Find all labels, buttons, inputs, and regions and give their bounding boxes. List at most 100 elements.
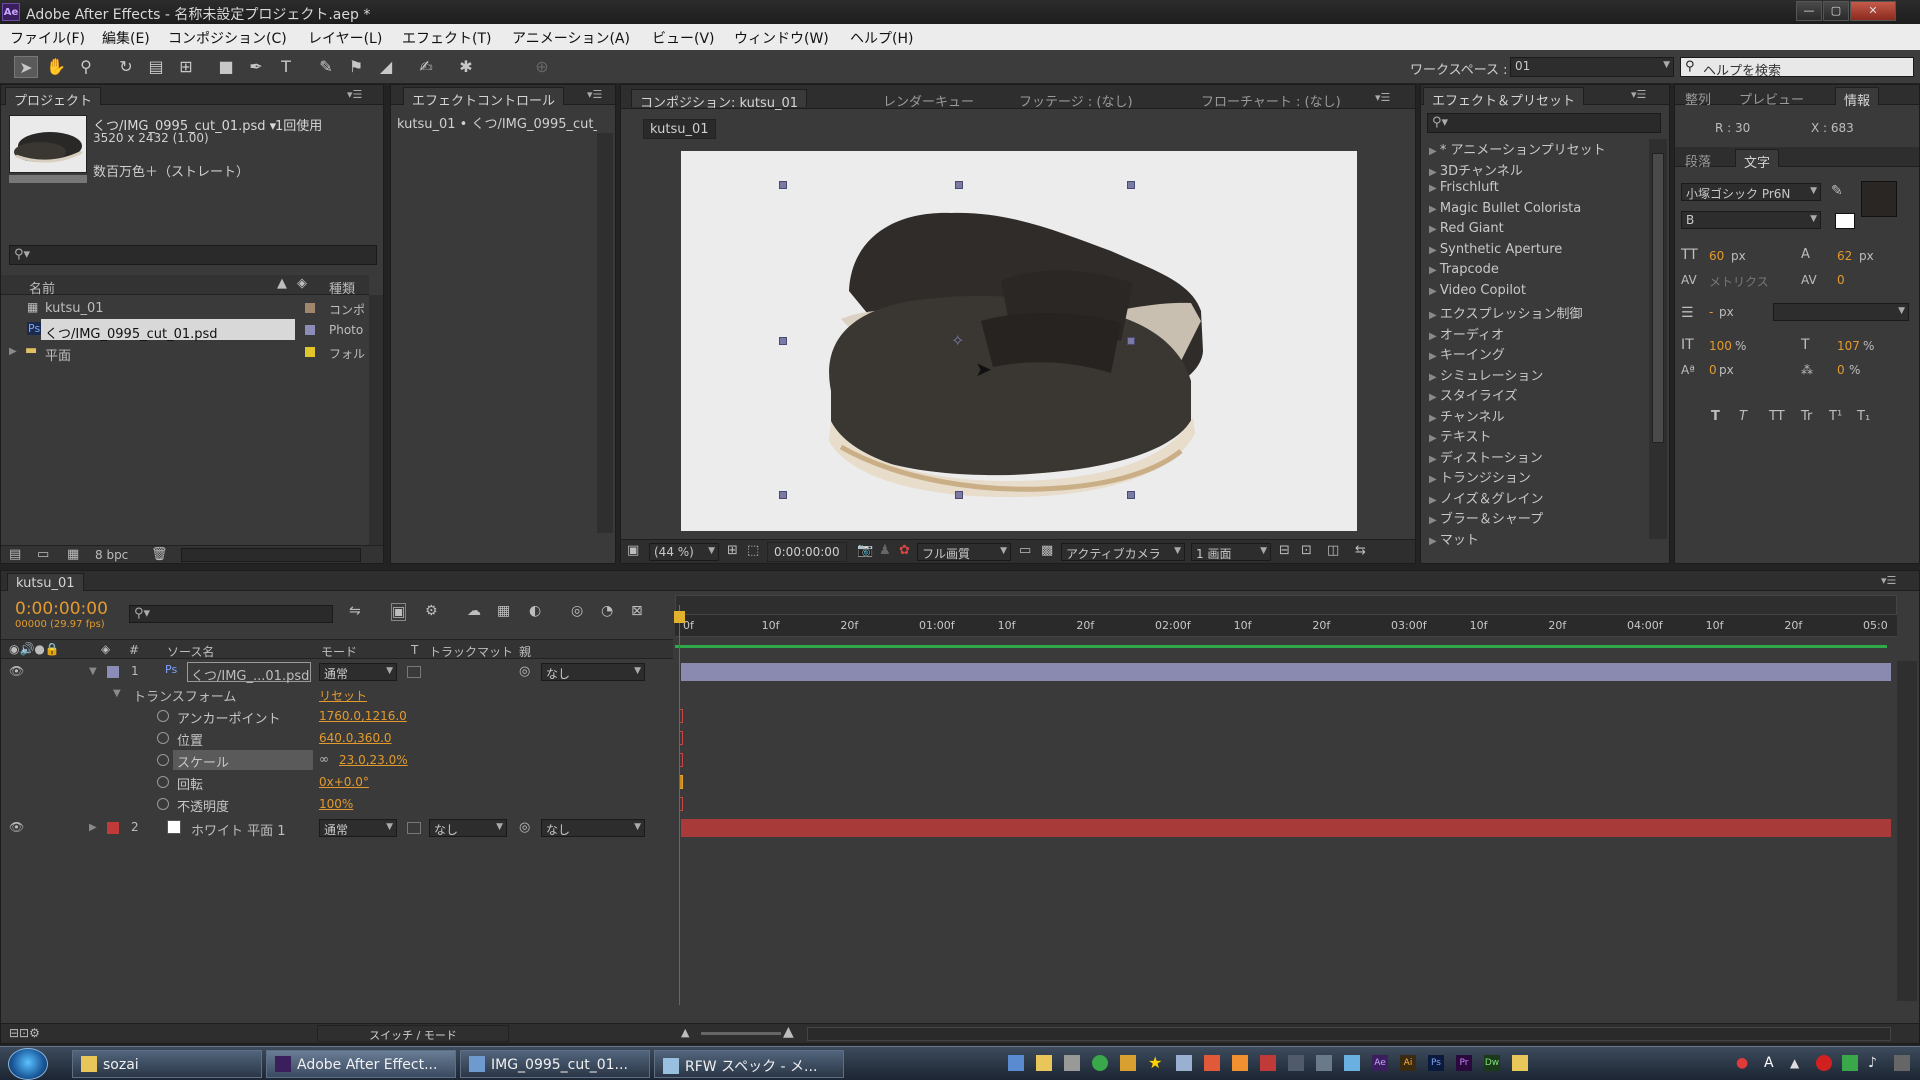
property-value[interactable]: 0x+0.0° [319, 775, 369, 789]
dreamweaver-icon[interactable]: Dw [1484, 1055, 1500, 1071]
tab-composition[interactable]: コンポジション: kutsu_01 [631, 89, 808, 111]
layer-handle[interactable] [955, 491, 963, 499]
magnification-dropdown[interactable]: (44 %) [649, 543, 719, 561]
flowchart-icon[interactable]: ⇆ [1355, 543, 1366, 558]
timeline-timecode[interactable]: 0:00:00:00 [15, 599, 108, 619]
comp-mini-flowchart-icon[interactable]: ⇋ [349, 603, 361, 619]
transform-property-row[interactable]: スケール 23.0,23.0% ∞ [1, 749, 673, 771]
volume-icon[interactable]: ♪ [1868, 1055, 1884, 1071]
effect-category-item[interactable]: ▶ 3Dチャンネル [1429, 160, 1523, 179]
camera-tool-icon[interactable]: ▤ [144, 56, 168, 78]
expand-triangle-icon[interactable]: ▶ [1429, 310, 1440, 321]
app-icon[interactable] [1344, 1055, 1360, 1071]
timeline-icon[interactable]: ◫ [1327, 543, 1339, 558]
col-source-header[interactable]: ソース名 [167, 643, 214, 660]
layer-1-duration-bar[interactable] [681, 663, 1891, 681]
fast-previews-icon[interactable]: ⊡ [1301, 543, 1312, 558]
current-time-display[interactable]: 0:00:00:00 [767, 542, 847, 562]
safe-zones-icon[interactable]: ⊞ [727, 543, 738, 558]
expand-triangle-icon[interactable]: ▶ [1429, 245, 1440, 256]
layer-handle[interactable] [779, 181, 787, 189]
project-hscrollbar[interactable] [181, 548, 361, 562]
superscript-button[interactable]: T¹ [1829, 409, 1842, 424]
effect-category-item[interactable]: ▶ エクスプレッション制御 [1429, 303, 1583, 322]
playhead-handle[interactable] [674, 611, 685, 623]
clone-stamp-tool-icon[interactable]: ⚑ [344, 56, 368, 78]
col-trkmat-header[interactable]: トラックマット [429, 643, 513, 660]
start-button[interactable] [8, 1048, 48, 1080]
app-icon[interactable] [1176, 1055, 1192, 1071]
axis-mode-icon[interactable]: ⊕ [530, 56, 554, 78]
time-ruler[interactable]: 0f 10f 20f 01:00f 10f 20f 02:00f 10f 20f 03:00f 10… [675, 615, 1897, 637]
panel-menu-icon[interactable]: ▾☰ [587, 88, 602, 101]
blend-mode-dropdown[interactable]: 通常 [319, 819, 397, 837]
eyedropper-icon[interactable]: ✎ [1831, 183, 1843, 199]
illustrator-icon[interactable]: Ai [1400, 1055, 1416, 1071]
baseline-shift-value[interactable]: 0 [1709, 363, 1717, 377]
constrain-proportions-icon[interactable]: ∞ [319, 752, 329, 766]
pickwhip-icon[interactable]: ◎ [519, 664, 530, 679]
font-family-dropdown[interactable]: 小塚ゴシック Pr6N [1681, 183, 1821, 201]
leading-value[interactable]: 62 [1837, 249, 1852, 263]
transform-property-row[interactable]: アンカーポイント 1760.0,1216.0 [1, 705, 673, 727]
effect-controls-scrollbar[interactable] [597, 133, 613, 533]
expand-triangle-icon[interactable]: ▶ [1429, 372, 1440, 383]
always-preview-icon[interactable]: ▣ [627, 543, 639, 558]
small-caps-button[interactable]: Tr [1801, 409, 1812, 424]
timeline-scrollbar[interactable] [1897, 661, 1917, 1001]
stopwatch-icon[interactable] [157, 798, 169, 810]
horizontal-scale-value[interactable]: 107 [1837, 339, 1860, 353]
roto-brush-tool-icon[interactable]: ✍ [414, 56, 438, 78]
effect-category-item[interactable]: ▶ Frischluft [1429, 180, 1499, 195]
font-size-value[interactable]: 60 [1709, 249, 1724, 263]
tab-render-queue[interactable]: レンダーキュー [875, 89, 982, 110]
expand-triangle-icon[interactable]: ▼ [113, 688, 121, 699]
transparency-grid-icon[interactable]: ▩ [1041, 543, 1053, 558]
project-search-input[interactable]: ⚲▾ [9, 245, 377, 265]
mask-visibility-icon[interactable]: ⬚ [747, 543, 759, 558]
effect-category-item[interactable]: ▶ Video Copilot [1429, 283, 1526, 298]
anchor-point-icon[interactable]: ✧ [951, 331, 964, 350]
notification-icon[interactable]: ● [1736, 1055, 1752, 1071]
show-snapshot-icon[interactable]: ♟ [879, 543, 891, 558]
folder-icon[interactable] [1512, 1055, 1528, 1071]
transform-property-row[interactable]: 不透明度 100% [1, 793, 673, 815]
tab-effect-controls[interactable]: エフェクトコントロール [403, 87, 565, 109]
selection-tool-icon[interactable]: ➤ [14, 56, 38, 78]
project-item[interactable]: Ps くつ/IMG_0995_cut_01.psd Photo [1, 319, 367, 342]
expand-triangle-icon[interactable]: ▶ [1429, 146, 1440, 157]
expand-triangle-icon[interactable]: ▶ [1429, 351, 1440, 362]
tab-align[interactable]: 整列 [1677, 87, 1719, 108]
expand-triangle-icon[interactable]: ▶ [1429, 167, 1440, 178]
kerning-value[interactable]: メトリクス [1709, 273, 1769, 290]
preserve-transparency-checkbox[interactable] [407, 822, 421, 834]
effect-category-item[interactable]: ▶ ブラー＆シャープ [1429, 508, 1543, 527]
expand-triangle-icon[interactable]: ▶ [9, 346, 17, 357]
chrome-icon[interactable] [1092, 1055, 1108, 1071]
pen-tool-icon[interactable]: ✒ [244, 56, 268, 78]
panel-menu-icon[interactable]: ▾☰ [1881, 574, 1896, 587]
effect-category-item[interactable]: ▶ ディストーション [1429, 447, 1543, 466]
app-icon[interactable] [1316, 1055, 1332, 1071]
ime-icon[interactable]: A [1764, 1055, 1780, 1071]
effect-category-item[interactable]: ▶ ノイズ＆グレイン [1429, 488, 1544, 507]
effect-category-item[interactable]: ▶ チャンネル [1429, 406, 1505, 425]
stopwatch-icon[interactable] [157, 732, 169, 744]
zoom-out-icon[interactable]: ▲ [681, 1026, 689, 1039]
project-item[interactable]: ▶ ▬ 平面 フォル [1, 341, 367, 364]
effect-category-item[interactable]: ▶ トランジション [1429, 467, 1531, 486]
col-type-header[interactable]: 種類 [329, 278, 355, 297]
effects-scrollbar[interactable] [1649, 139, 1667, 539]
new-folder-icon[interactable]: ▭ [37, 547, 49, 562]
effects-scroll-thumb[interactable] [1652, 153, 1664, 443]
expand-triangle-icon[interactable]: ▶ [1429, 183, 1440, 194]
expand-triangle-icon[interactable]: ▶ [1429, 515, 1440, 526]
rectangle-tool-icon[interactable]: ■ [214, 56, 238, 78]
tab-timeline-kutsu[interactable]: kutsu_01 [7, 573, 84, 591]
app-icon[interactable] [1204, 1055, 1220, 1071]
eye-visibility-icon[interactable]: 👁 [9, 820, 24, 834]
transform-property-row[interactable]: 回転 0x+0.0° [1, 771, 673, 793]
toggle-pixel-aspect-icon[interactable]: ⊟ [1279, 543, 1290, 558]
tab-effects-presets[interactable]: エフェクト＆プリセット [1423, 87, 1585, 109]
eraser-tool-icon[interactable]: ◢ [374, 56, 398, 78]
